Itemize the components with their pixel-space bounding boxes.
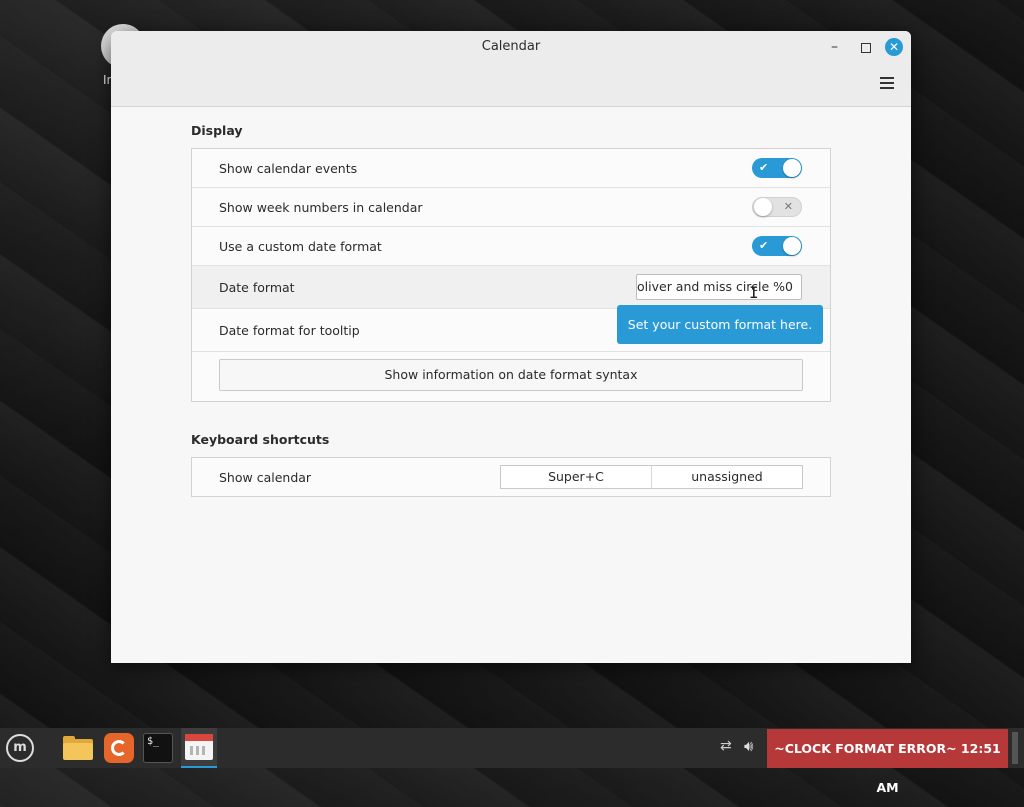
display-section-title: Display	[191, 123, 243, 138]
titlebar[interactable]: Calendar	[111, 31, 911, 63]
text-cursor-icon: I	[749, 283, 759, 302]
date-format-info-button[interactable]: Show information on date format syntax	[219, 359, 803, 391]
x-icon: ✕	[783, 200, 793, 213]
terminal-icon[interactable]: $_	[143, 733, 173, 763]
week-numbers-toggle[interactable]: ✕	[752, 197, 802, 217]
show-events-toggle[interactable]: ✔	[752, 158, 802, 178]
volume-icon[interactable]: 🔊︎	[744, 737, 753, 755]
setting-label: Show calendar events	[219, 161, 358, 176]
setting-label: Date format	[219, 280, 295, 295]
minimize-icon[interactable]: –	[831, 31, 838, 63]
headerbar	[111, 63, 911, 107]
date-format-input[interactable]: oliver and miss circle %0	[636, 274, 802, 300]
setting-label: Show week numbers in calendar	[219, 200, 423, 215]
shortcuts-section-title: Keyboard shortcuts	[191, 432, 330, 447]
clock-applet[interactable]: ~CLOCK FORMAT ERROR~ 12:51 AM	[767, 729, 1008, 795]
calendar-app-icon[interactable]	[181, 728, 217, 768]
shortcuts-group: Show calendar Super+C unassigned	[191, 457, 831, 497]
calendar-settings-window: Calendar – ✕ Display Show calendar event…	[111, 31, 911, 663]
setting-row-week-numbers: Show week numbers in calendar ✕	[192, 188, 830, 227]
mint-menu-icon[interactable]: m	[6, 734, 34, 762]
date-format-tooltip: Set your custom format here.	[617, 305, 823, 344]
custom-format-toggle[interactable]: ✔	[752, 236, 802, 256]
keybinding-editor: Super+C unassigned	[500, 465, 803, 489]
firefox-icon[interactable]	[104, 733, 134, 763]
primary-keybinding[interactable]: Super+C	[501, 466, 651, 488]
files-icon[interactable]	[63, 733, 93, 763]
window-title: Calendar	[481, 39, 541, 54]
display-settings-group: Show calendar events ✔ Show week numbers…	[191, 148, 831, 402]
shortcut-label: Show calendar	[219, 470, 312, 485]
setting-row-date-format: Date format oliver and miss circle %0	[192, 266, 830, 309]
secondary-keybinding[interactable]: unassigned	[651, 466, 802, 488]
setting-label: Use a custom date format	[219, 239, 382, 254]
check-icon: ✔	[759, 239, 769, 252]
check-icon: ✔	[759, 161, 769, 174]
hamburger-menu-icon[interactable]	[880, 77, 894, 92]
setting-row-info: Show information on date format syntax	[192, 352, 830, 400]
shortcut-row-show-calendar: Show calendar Super+C unassigned	[192, 458, 830, 496]
maximize-icon[interactable]	[861, 31, 871, 63]
show-desktop-button[interactable]	[1012, 732, 1018, 764]
network-disconnected-icon[interactable]: ⇄	[720, 738, 732, 754]
close-icon[interactable]: ✕	[885, 38, 903, 56]
setting-label: Date format for tooltip	[219, 323, 360, 338]
setting-row-custom-format: Use a custom date format ✔	[192, 227, 830, 266]
setting-row-show-events: Show calendar events ✔	[192, 149, 830, 188]
